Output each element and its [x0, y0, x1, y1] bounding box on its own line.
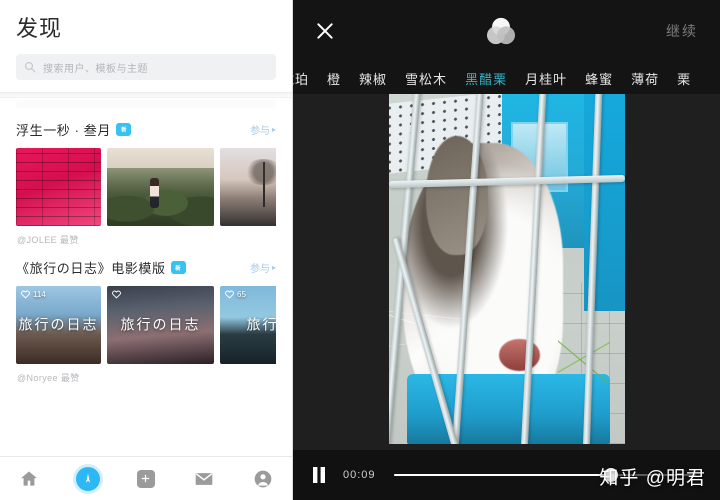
cage-bars	[388, 94, 625, 444]
section-header: 浮生一秒 · 叁月 新 参与 ▸	[16, 120, 276, 139]
tab-home[interactable]	[6, 462, 52, 496]
section-title-wrap: 浮生一秒 · 叁月 新	[16, 120, 131, 139]
feed-section-1: 浮生一秒 · 叁月 新 参与 ▸ @JOLEE 最赞	[0, 108, 292, 246]
tab-messages[interactable]	[181, 462, 227, 496]
filter-tab-chestnut[interactable]: 栗	[677, 69, 691, 88]
filter-tab-mint[interactable]: 薄荷	[631, 69, 659, 88]
filter-tab-honey[interactable]: 蜂蜜	[585, 69, 613, 88]
cage-bar	[388, 174, 625, 189]
tab-create[interactable]	[123, 462, 169, 496]
badge-label: 新	[175, 266, 181, 272]
thumbnail-caption: 旅行の日志	[120, 317, 201, 334]
plus-glyph-icon	[142, 474, 150, 483]
section-byline: @JOLEE 最赞	[17, 235, 79, 245]
join-link[interactable]: 参与 ▸	[250, 122, 276, 137]
filter-tab-bayleaf[interactable]: 月桂叶	[525, 69, 567, 88]
section-title-wrap: 《旅行の日志》电影模版 新	[16, 258, 186, 277]
chevron-right-icon: ▸	[271, 125, 276, 134]
compass-icon	[85, 473, 90, 483]
video-stage	[293, 94, 720, 450]
discover-panel: 发现 搜索用户、模板与主题 浮生一秒 · 叁月 新 参与 ▸ @JOLEE 最赞	[0, 0, 293, 500]
heart-icon	[112, 290, 121, 299]
list-item[interactable]	[16, 148, 101, 226]
continue-button[interactable]: 继续	[666, 21, 698, 41]
tab-profile[interactable]	[240, 462, 286, 496]
like-count-value: 65	[237, 290, 246, 299]
bottom-tabbar	[0, 456, 292, 500]
video-editor-panel: 继续 琥珀 橙 辣椒 雪松木 黑醋栗 月桂叶 蜂蜜 薄荷 栗	[293, 0, 720, 500]
cage-bar	[520, 94, 548, 444]
like-count: 65	[225, 290, 246, 299]
cage-bar	[582, 94, 603, 444]
filter-tab-cedar[interactable]: 雪松木	[405, 69, 447, 88]
filter-tab-blackcurrant[interactable]: 黑醋栗	[465, 69, 507, 88]
discover-header: 发现	[0, 0, 292, 44]
search-placeholder: 搜索用户、模板与主题	[43, 63, 148, 75]
filter-tab-strip[interactable]: 琥珀 橙 辣椒 雪松木 黑醋栗 月桂叶 蜂蜜 薄荷 栗	[293, 62, 720, 94]
editor-topbar: 继续	[293, 0, 720, 62]
heart-icon	[21, 290, 30, 299]
section-header: 《旅行の日志》电影模版 新 参与 ▸	[16, 258, 276, 277]
pause-icon[interactable]	[311, 466, 327, 484]
thumbnail-image	[16, 148, 101, 226]
badge-label: 新	[120, 128, 126, 134]
feed-section-2: 《旅行の日志》电影模版 新 参与 ▸ 114 旅行の日志 旅行の日志 65 旅行…	[0, 246, 292, 384]
page-title: 发现	[16, 16, 63, 41]
cage-bar	[450, 94, 485, 444]
like-count-value: 114	[33, 290, 46, 299]
list-item[interactable]: 114 旅行の日志	[16, 286, 101, 364]
filter-tab-orange[interactable]: 橙	[327, 69, 341, 88]
join-label: 参与	[249, 264, 270, 275]
list-item[interactable]: 旅行の日志	[107, 286, 214, 364]
video-preview[interactable]	[388, 94, 625, 444]
ghost-row	[16, 100, 276, 108]
card-row	[16, 148, 276, 226]
list-item[interactable]	[220, 148, 276, 226]
join-label: 参与	[249, 126, 270, 137]
chevron-right-icon: ▸	[271, 263, 276, 272]
list-item[interactable]: 65 旅行	[220, 286, 276, 364]
tab-discover[interactable]	[65, 462, 111, 496]
envelope-icon	[195, 472, 213, 485]
search-icon	[24, 61, 36, 73]
progress-track	[393, 468, 696, 482]
new-badge-icon: 新	[115, 123, 131, 136]
person-icon	[254, 470, 272, 487]
thumbnail-image	[107, 148, 214, 226]
thumbnail-caption: 旅行の日志	[18, 317, 99, 334]
close-icon[interactable]	[315, 21, 335, 41]
section-title: 《旅行の日志》电影模版	[16, 261, 166, 276]
heart-icon	[225, 290, 234, 299]
like-count: 114	[21, 290, 46, 299]
section-divider	[0, 92, 292, 98]
section-title: 浮生一秒 · 叁月	[16, 123, 111, 138]
section-byline: @Noryee 最赞	[17, 373, 80, 383]
list-item[interactable]	[107, 148, 214, 226]
progress-handle[interactable]	[604, 468, 619, 482]
cage-bar	[391, 237, 459, 444]
discover-active-indicator	[75, 466, 100, 491]
progress-slider[interactable]	[393, 466, 696, 484]
current-time: 00:09	[343, 469, 376, 481]
filter-tab-chili[interactable]: 辣椒	[359, 69, 387, 88]
plus-icon	[136, 469, 155, 488]
new-badge-icon: 新	[170, 261, 186, 274]
search-input[interactable]: 搜索用户、模板与主题	[16, 54, 276, 80]
thumbnail-image	[220, 148, 276, 226]
like-count	[112, 290, 124, 299]
join-link[interactable]: 参与 ▸	[250, 260, 276, 275]
video-player-controls: 00:09	[293, 450, 720, 500]
card-row: 114 旅行の日志 旅行の日志 65 旅行	[16, 286, 276, 364]
progress-fill	[393, 474, 612, 476]
filter-tab-amber[interactable]: 琥珀	[293, 69, 309, 88]
venn-filter-icon[interactable]	[484, 14, 518, 48]
thumbnail-caption: 旅行	[246, 317, 277, 334]
home-icon	[21, 471, 38, 486]
